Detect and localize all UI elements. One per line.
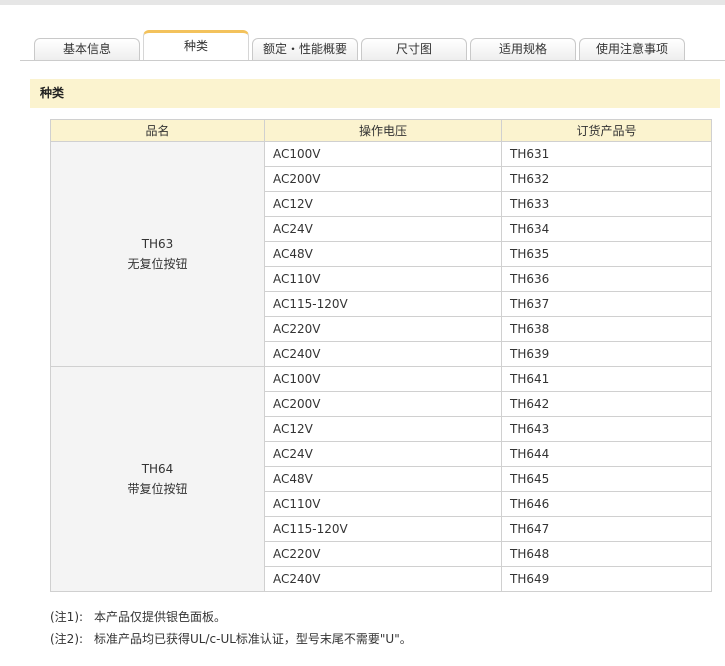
order-code-cell: TH649: [501, 566, 712, 592]
product-name-cell: TH63 无复位按钮: [50, 141, 265, 367]
voltage-cell: AC48V: [264, 466, 502, 492]
voltage-cell: AC12V: [264, 191, 502, 217]
voltage-cell: AC240V: [264, 566, 502, 592]
order-code-cell: TH644: [501, 441, 712, 467]
order-code-cell: TH635: [501, 241, 712, 267]
table-header-row: 品名 操作电压 订货产品号: [50, 119, 712, 142]
voltage-cell: AC220V: [264, 541, 502, 567]
order-code-cell: TH631: [501, 141, 712, 167]
table-row: TH64 带复位按钮 AC100V TH641: [50, 366, 712, 592]
voltage-cell: AC24V: [264, 441, 502, 467]
order-code-cell: TH639: [501, 341, 712, 367]
tab-applicable-standards[interactable]: 适用规格: [470, 38, 576, 60]
order-code-cell: TH647: [501, 516, 712, 542]
tab-dimensions[interactable]: 尺寸图: [361, 38, 467, 60]
voltage-cell: AC200V: [264, 166, 502, 192]
product-name-cell: TH64 带复位按钮: [50, 366, 265, 592]
note-marker: (注2):: [50, 632, 84, 646]
table-body: TH63 无复位按钮 AC100V TH631 AC200V TH632 AC12V TH63…: [50, 141, 712, 592]
order-code-cell: TH641: [501, 366, 712, 392]
tab-ratings-performance[interactable]: 额定・性能概要: [252, 38, 358, 60]
tab-underline: [20, 60, 725, 61]
product-table: 品名 操作电压 订货产品号 TH63 无复位按钮 AC100V TH631 AC200V…: [50, 119, 712, 592]
voltage-cell: AC240V: [264, 341, 502, 367]
voltage-cell: AC24V: [264, 216, 502, 242]
order-code-cell: TH632: [501, 166, 712, 192]
note-marker: (注1):: [50, 610, 84, 624]
voltage-cell: AC115-120V: [264, 291, 502, 317]
header-operating-voltage: 操作电压: [264, 119, 502, 142]
order-code-cell: TH634: [501, 216, 712, 242]
order-code-cell: TH638: [501, 316, 712, 342]
note-text: 标准产品均已获得UL/c-UL标准认证，型号末尾不需要"U"。: [94, 632, 412, 646]
order-code-cell: TH637: [501, 291, 712, 317]
notes: (注1): 本产品仅提供银色面板。 (注2): 标准产品均已获得UL/c-UL标准认…: [50, 608, 412, 652]
voltage-cell: AC48V: [264, 241, 502, 267]
order-code-cell: TH643: [501, 416, 712, 442]
product-model: TH63: [141, 237, 174, 251]
top-divider: [0, 0, 725, 5]
order-code-cell: TH646: [501, 491, 712, 517]
header-product-name: 品名: [50, 119, 265, 142]
note-1: (注1): 本产品仅提供银色面板。: [50, 608, 412, 630]
note-text: 本产品仅提供银色面板。: [94, 610, 227, 624]
product-description: 带复位按钮: [127, 482, 188, 496]
voltage-cell: AC110V: [264, 266, 502, 292]
table-row: TH63 无复位按钮 AC100V TH631: [50, 141, 712, 367]
tab-precautions[interactable]: 使用注意事项: [579, 38, 685, 60]
order-code-cell: TH645: [501, 466, 712, 492]
order-code-cell: TH642: [501, 391, 712, 417]
order-code-cell: TH648: [501, 541, 712, 567]
voltage-cell: AC220V: [264, 316, 502, 342]
voltage-cell: AC200V: [264, 391, 502, 417]
voltage-cell: AC110V: [264, 491, 502, 517]
header-order-code: 订货产品号: [501, 119, 712, 142]
note-2: (注2): 标准产品均已获得UL/c-UL标准认证，型号末尾不需要"U"。: [50, 630, 412, 652]
order-code-cell: TH636: [501, 266, 712, 292]
order-code-cell: TH633: [501, 191, 712, 217]
voltage-cell: AC100V: [264, 141, 502, 167]
section-title: 种类: [30, 79, 720, 108]
product-model: TH64: [141, 462, 174, 476]
tab-basic-info[interactable]: 基本信息: [34, 38, 140, 60]
voltage-cell: AC100V: [264, 366, 502, 392]
voltage-cell: AC115-120V: [264, 516, 502, 542]
tab-types[interactable]: 种类: [143, 30, 249, 60]
product-description: 无复位按钮: [127, 257, 188, 271]
voltage-cell: AC12V: [264, 416, 502, 442]
